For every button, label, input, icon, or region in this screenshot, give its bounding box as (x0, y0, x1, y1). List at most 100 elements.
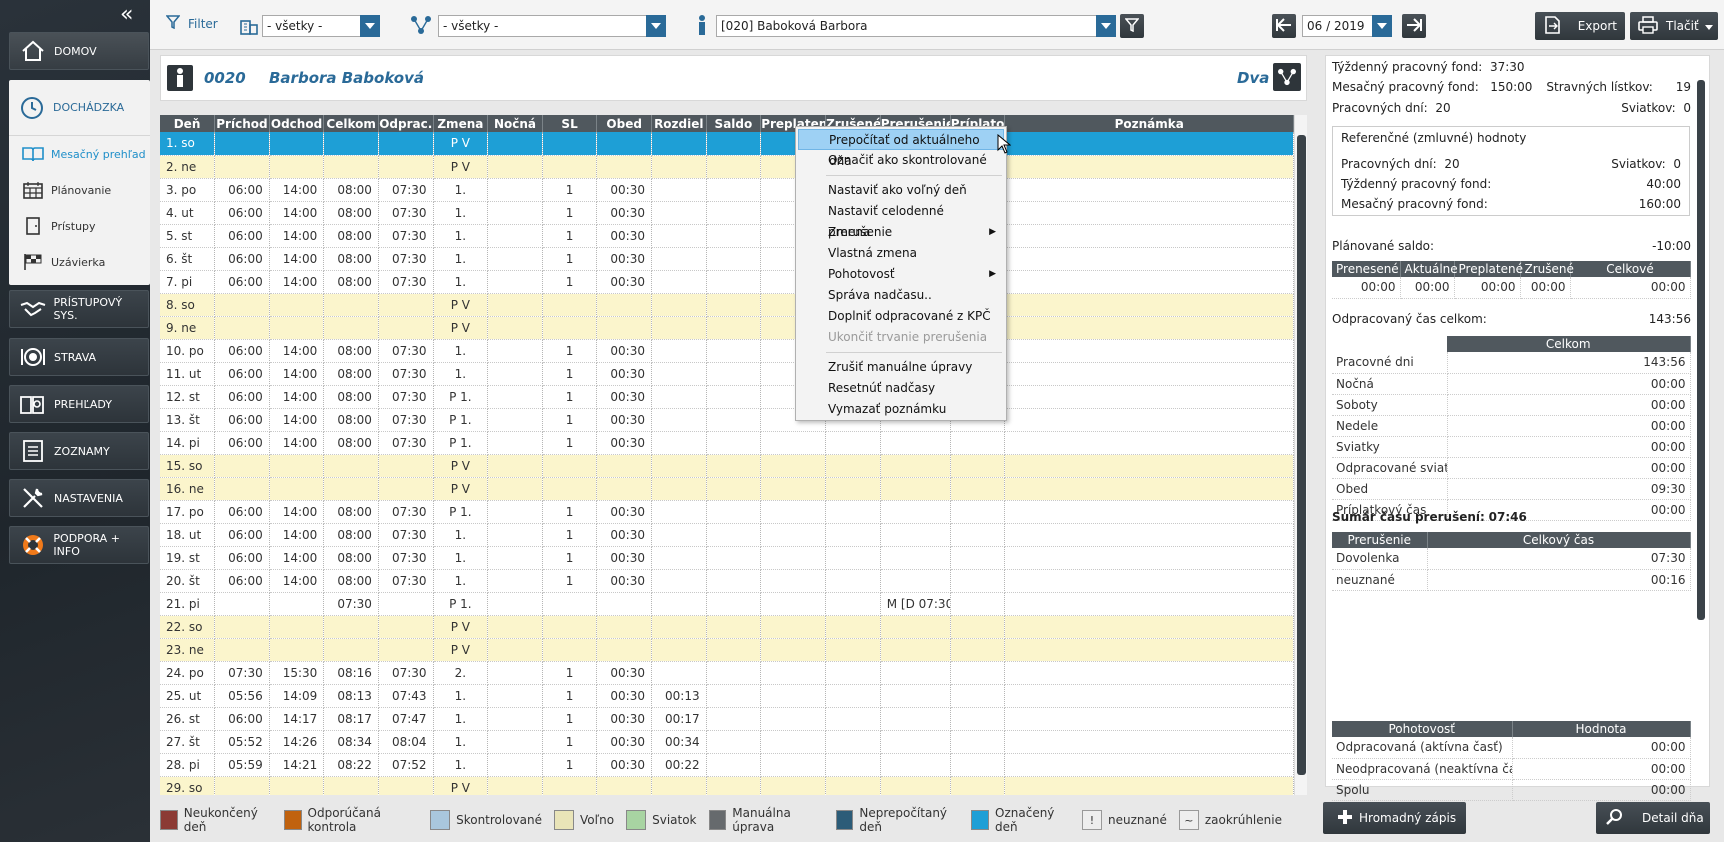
table-row[interactable]: 9. ne P V (160, 316, 1294, 340)
bulk-entry-button[interactable]: Hromadný zápis (1323, 802, 1466, 834)
nav-planovanie[interactable]: Plánovanie (9, 172, 150, 208)
table-row[interactable]: 14. pi 06:00 14:00 08:00 07:30 P 1. 1 00:30 (160, 431, 1294, 455)
menu-item[interactable]: Nastaviť ako voľný deň (796, 180, 1006, 201)
column-header[interactable]: Saldo (706, 115, 762, 132)
employee-header: 0020 Barbora Baboková Dva (160, 55, 1307, 101)
menu-item[interactable]: Prepočítať od aktuálneho dňa (798, 129, 1004, 168)
employee-select[interactable]: [020] Baboková Barbora (716, 15, 1116, 37)
month-select[interactable]: 06 / 2019 (1302, 15, 1392, 37)
column-header[interactable]: Poznámka (1004, 115, 1294, 132)
nav-nastavenia[interactable]: NASTAVENIA (9, 479, 149, 517)
nav-strava[interactable]: STRAVA (9, 338, 149, 376)
table-cell: 06:00 (214, 523, 270, 547)
table-row[interactable]: 13. št 06:00 14:00 08:00 07:30 P 1. 1 00:30 (160, 408, 1294, 432)
next-month-button[interactable] (1402, 14, 1426, 38)
grid-scrollbar[interactable] (1294, 115, 1307, 795)
table-row[interactable]: 21. pi 07:30 P 1. M [D 07:30] (160, 592, 1294, 616)
menu-item[interactable]: Vymazať poznámku (796, 399, 1006, 420)
table-row[interactable]: 8. so P V (160, 293, 1294, 317)
column-header[interactable]: Príchod (214, 115, 270, 132)
table-row[interactable]: 12. st 06:00 14:00 08:00 07:30 P 1. 1 00:30 (160, 385, 1294, 409)
menu-item[interactable]: Vlastná zmena (796, 243, 1006, 264)
nav-dochadzka[interactable]: DOCHÁDZKA (9, 80, 150, 136)
group-hierarchy-icon[interactable] (1273, 63, 1301, 91)
column-header[interactable]: Celkom (323, 115, 379, 132)
table-cell: 14:00 (269, 431, 325, 455)
summary-scrollbar[interactable] (1694, 55, 1708, 787)
table-cell (706, 224, 762, 248)
filter-toggle[interactable]: Filter (165, 15, 218, 32)
export-button[interactable]: Export (1535, 12, 1625, 40)
table-row[interactable]: 28. pi 05:59 14:21 08:22 07:52 1. 1 00:30 00:22 (160, 753, 1294, 777)
column-header[interactable]: Odchod (269, 115, 325, 132)
menu-item[interactable]: Resetnúť nadčasy (796, 378, 1006, 399)
table-row[interactable]: 25. ut 05:56 14:09 08:13 07:43 1. 1 00:30 00:13 (160, 684, 1294, 708)
column-header[interactable]: Obed (596, 115, 652, 132)
nav-zoznamy[interactable]: ZOZNAMY (9, 432, 149, 470)
grid-scrollbar-thumb[interactable] (1297, 135, 1306, 775)
column-header[interactable]: Zmena (433, 115, 489, 132)
table-row[interactable]: 16. ne P V (160, 477, 1294, 501)
building-icon (240, 17, 258, 38)
table-cell: 1 (542, 224, 598, 248)
menu-item[interactable]: Nastaviť celodenné prerušenie (796, 201, 1006, 239)
table-row[interactable]: 11. ut 06:00 14:00 08:00 07:30 1. 1 00:30 (160, 362, 1294, 386)
menu-item[interactable]: Zmena ▶ (796, 222, 1006, 243)
nav-podpora[interactable]: PODPORA + INFO (9, 526, 149, 564)
table-cell: 08:00 (323, 523, 379, 547)
table-cell (760, 431, 827, 455)
table-cell (950, 730, 1006, 754)
menu-item[interactable]: Pohotovosť ▶ (796, 264, 1006, 285)
table-cell (760, 615, 827, 639)
nav-prehlady[interactable]: PREHĽADY (9, 385, 149, 423)
nav-uzavierka[interactable]: Uzávierka (9, 244, 150, 280)
hierarchy-icon (410, 15, 432, 38)
menu-item[interactable]: Správa nadčasu.. (796, 285, 1006, 306)
column-header[interactable]: Nočná (487, 115, 543, 132)
column-header[interactable]: SL (542, 115, 598, 132)
menu-item[interactable]: Označiť ako skontrolované (796, 150, 1006, 171)
menu-item[interactable]: Doplniť odpracované z KPČ (796, 306, 1006, 327)
nav-pristupovy-sys[interactable]: PRÍSTUPOVÝ SYS. (9, 290, 149, 328)
prev-month-button[interactable] (1272, 14, 1296, 38)
employee-filter-button[interactable] (1120, 14, 1144, 38)
print-button[interactable]: Tlačiť (1630, 12, 1718, 40)
table-row[interactable]: 26. st 06:00 14:17 08:17 07:47 1. 1 00:30 00:17 (160, 707, 1294, 731)
day-detail-button[interactable]: Detail dňa (1596, 802, 1710, 834)
table-row[interactable]: 5. st 06:00 14:00 08:00 07:30 1. 1 00:30 (160, 224, 1294, 248)
table-row[interactable]: 19. st 06:00 14:00 08:00 07:30 1. 1 00:30 (160, 546, 1294, 570)
nav-mesacny-prehlad[interactable]: Mesačný prehľad (9, 136, 150, 172)
table-row[interactable]: 18. ut 06:00 14:00 08:00 07:30 1. 1 00:30 (160, 523, 1294, 547)
nav-home[interactable]: DOMOV (9, 32, 149, 70)
table-cell (651, 224, 707, 248)
interruptions-column-header: Prerušenie (1332, 532, 1428, 548)
table-row[interactable]: 27. št 05:52 14:26 08:34 08:04 1. 1 00:30 00:34 (160, 730, 1294, 754)
table-row[interactable]: 17. po 06:00 14:00 08:00 07:30 P 1. 1 00:30 (160, 500, 1294, 524)
table-row[interactable]: 22. so P V (160, 615, 1294, 639)
table-row[interactable]: 24. po 07:30 15:30 08:16 07:30 2. 1 00:30 (160, 661, 1294, 685)
table-cell: 06:00 (214, 270, 270, 294)
table-row[interactable]: 29. so P V (160, 776, 1294, 795)
table-row[interactable]: 20. št 06:00 14:00 08:00 07:30 1. 1 00:30 (160, 569, 1294, 593)
menu-item[interactable]: Zrušiť manuálne úpravy (796, 357, 1006, 378)
group-select[interactable]: - všetky - (438, 15, 666, 37)
nav-pristupy[interactable]: Prístupy (9, 208, 150, 244)
meal-tickets-label: Stravných lístkov: (1546, 80, 1653, 94)
table-row[interactable]: 2. ne P V (160, 155, 1294, 179)
table-cell (825, 431, 881, 455)
table-row[interactable]: 3. po 06:00 14:00 08:00 07:30 1. 1 00:30 (160, 178, 1294, 202)
table-row[interactable]: 15. so P V (160, 454, 1294, 478)
table-row[interactable]: 6. št 06:00 14:00 08:00 07:30 1. 1 00:30 (160, 247, 1294, 271)
department-select[interactable]: - všetky - (262, 15, 380, 37)
column-header[interactable]: Deň (160, 115, 216, 132)
legend-label: Označený deň (995, 806, 1055, 834)
table-row[interactable]: 1. so P V (160, 132, 1294, 156)
summary-scrollbar-thumb[interactable] (1697, 80, 1705, 620)
table-row[interactable]: 23. ne P V (160, 638, 1294, 662)
column-header[interactable]: Rozdiel (651, 115, 707, 132)
table-row[interactable]: 4. ut 06:00 14:00 08:00 07:30 1. 1 00:30 (160, 201, 1294, 225)
table-row[interactable]: 10. po 06:00 14:00 08:00 07:30 1. 1 00:30 (160, 339, 1294, 363)
table-row[interactable]: 7. pi 06:00 14:00 08:00 07:30 1. 1 00:30 (160, 270, 1294, 294)
column-header[interactable]: Odprac. (378, 115, 434, 132)
collapse-sidebar-icon[interactable]: « (120, 4, 133, 26)
